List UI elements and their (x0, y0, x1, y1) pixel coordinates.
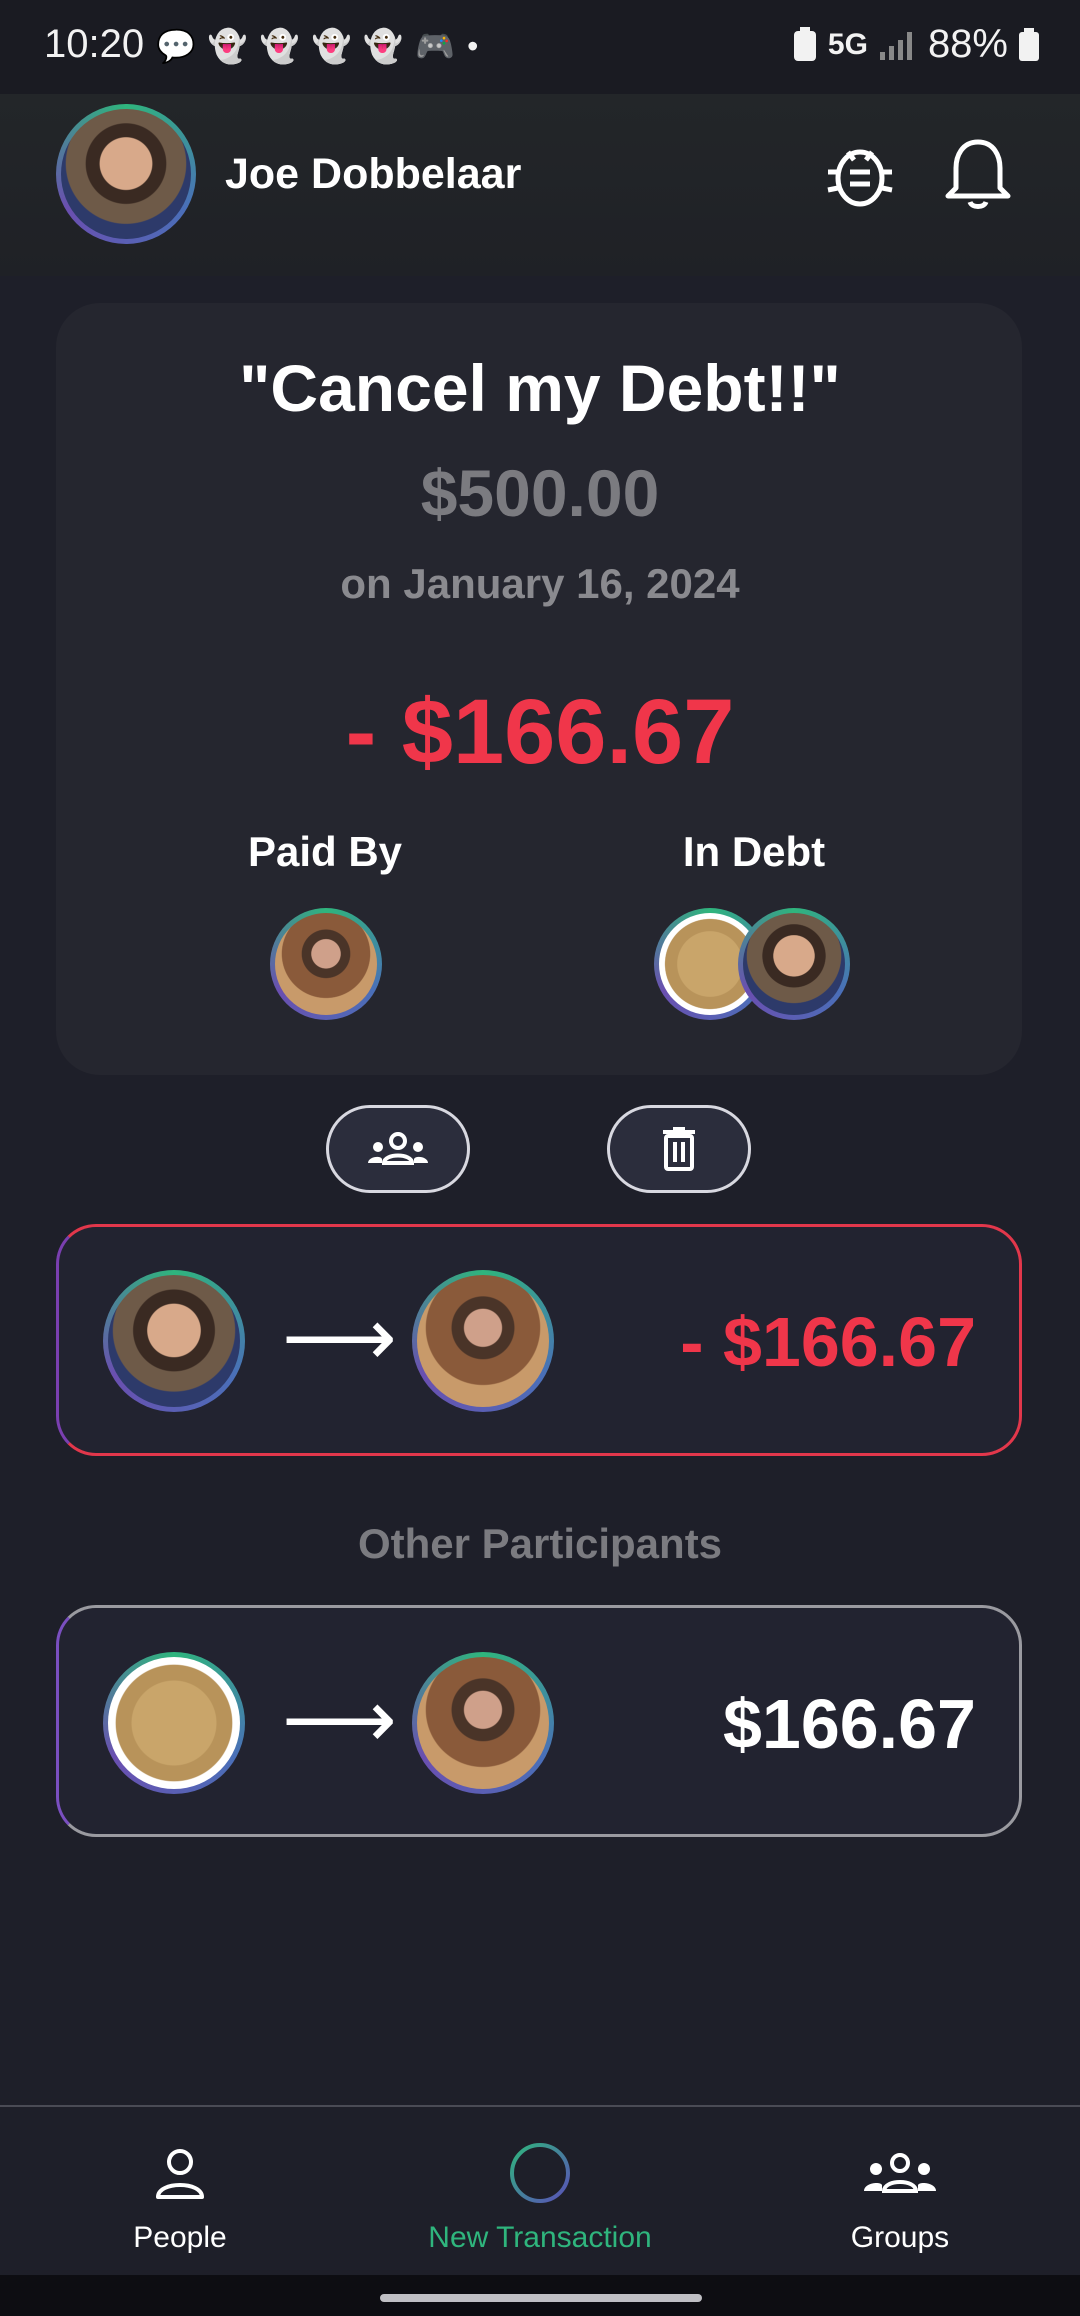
snapchat-icon: 👻 (363, 28, 404, 64)
nav-people[interactable]: People (0, 2107, 360, 2277)
to-avatar (412, 1270, 554, 1412)
notification-icons: 💬 👻 👻 👻 👻 🎮 • (156, 28, 478, 64)
avatar-image (108, 1275, 240, 1407)
bottom-nav: People New Transaction Groups (0, 2105, 1080, 2277)
avatar-image (743, 913, 845, 1015)
plus-circle-icon (510, 2143, 570, 2203)
nav-new-transaction-label: New Transaction (428, 2221, 652, 2254)
nav-new-transaction[interactable]: New Transaction (360, 2107, 720, 2277)
arrow-right-icon: ⟶ (282, 1293, 397, 1382)
avatar-image (417, 1275, 549, 1407)
status-bar: 10:20 💬 👻 👻 👻 👻 🎮 • 5G 88% (0, 0, 1080, 94)
arrow-right-icon: ⟶ (282, 1675, 397, 1764)
snapchat-icon: 👻 (207, 28, 248, 64)
bug-report-button[interactable] (820, 134, 900, 214)
edit-participants-button[interactable] (326, 1105, 470, 1193)
user-name: Joe Dobbelaar (225, 150, 522, 198)
avatar-image (61, 109, 191, 239)
nav-groups[interactable]: Groups (720, 2107, 1080, 2277)
status-right: 5G 88% (792, 22, 1040, 67)
notifications-button[interactable] (938, 134, 1018, 214)
from-avatar (103, 1652, 245, 1794)
transaction-total: $500.00 (420, 456, 660, 530)
other-debt-amount: $166.67 (722, 1685, 976, 1763)
people-group-icon (864, 2153, 936, 2193)
snapchat-icon: 👻 (311, 28, 352, 64)
in-debt-label: In Debt (682, 828, 826, 875)
battery-saver-icon (793, 26, 816, 61)
debtor-avatar[interactable] (738, 908, 850, 1020)
trash-icon (663, 1127, 695, 1171)
to-avatar (412, 1652, 554, 1794)
gesture-bar[interactable] (380, 2294, 702, 2302)
from-avatar (103, 1270, 245, 1412)
people-group-icon (368, 1132, 428, 1165)
snapchat-icon: 👻 (259, 28, 300, 64)
delete-transaction-button[interactable] (607, 1105, 751, 1193)
transaction-date: on January 16, 2024 (340, 560, 740, 607)
transaction-title: "Cancel my Debt!!" (239, 351, 841, 425)
signal-icon (879, 31, 912, 60)
status-time: 10:20 (44, 22, 145, 66)
own-debt-amount: - $166.67 (680, 1303, 976, 1381)
avatar-image (417, 1657, 549, 1789)
chat-icon: 💬 (156, 28, 196, 64)
avatar-image (108, 1657, 240, 1789)
avatar-image (275, 913, 377, 1015)
battery-icon (1019, 27, 1039, 61)
bell-icon (945, 139, 1011, 209)
dot-icon: • (467, 28, 479, 64)
your-share-amount: - $166.67 (345, 681, 735, 783)
game-icon: 🎮 (415, 28, 456, 64)
network-type: 5G (827, 27, 868, 61)
profile-avatar[interactable] (56, 104, 196, 244)
nav-groups-label: Groups (850, 2221, 950, 2254)
person-icon (156, 2149, 204, 2199)
nav-people-label: People (133, 2221, 227, 2254)
other-participants-title: Other Participants (357, 1520, 723, 1567)
payer-avatar[interactable] (270, 908, 382, 1020)
battery-percent: 88% (927, 22, 1008, 66)
bug-icon (827, 149, 893, 207)
paid-by-label: Paid By (247, 828, 403, 875)
